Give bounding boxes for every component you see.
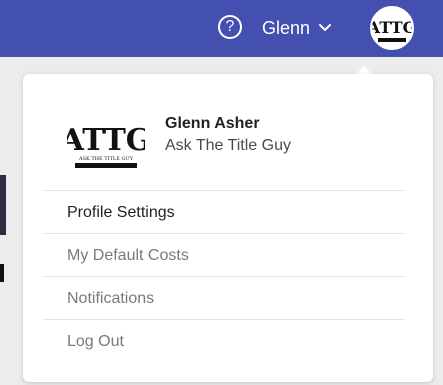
avatar[interactable]: ATTG xyxy=(370,6,414,50)
chevron-down-icon xyxy=(319,24,332,31)
menu-item-profile-settings[interactable]: Profile Settings xyxy=(43,190,405,233)
profile-summary: ATTG ASK THE TITLE GUY Glenn Asher Ask T… xyxy=(23,74,433,190)
help-button[interactable]: ? xyxy=(218,15,242,39)
user-full-name: Glenn Asher xyxy=(165,115,260,132)
company-logo-icon: ATTG xyxy=(372,8,412,48)
user-menu-name: Glenn xyxy=(262,17,311,38)
help-icon: ? xyxy=(225,18,235,35)
menu-list: Profile Settings My Default Costs Notifi… xyxy=(43,190,405,362)
background-residue xyxy=(0,175,6,235)
company-logo-caption: ASK THE TITLE GUY xyxy=(78,156,134,162)
company-logo-icon: ATTG ASK THE TITLE GUY xyxy=(67,123,145,168)
background-residue xyxy=(0,264,4,282)
avatar-logo-text: ATTG xyxy=(372,18,412,37)
user-company: Ask The Title Guy xyxy=(165,137,291,154)
company-logo-text: ATTG xyxy=(67,123,145,158)
menu-item-log-out[interactable]: Log Out xyxy=(43,319,405,362)
top-navigation-bar: ? Glenn ATTG xyxy=(0,0,443,57)
menu-item-notifications[interactable]: Notifications xyxy=(43,276,405,319)
user-dropdown-menu: ATTG ASK THE TITLE GUY Glenn Asher Ask T… xyxy=(23,74,433,382)
user-menu-toggle[interactable]: Glenn xyxy=(262,14,332,42)
menu-item-default-costs[interactable]: My Default Costs xyxy=(43,233,405,276)
